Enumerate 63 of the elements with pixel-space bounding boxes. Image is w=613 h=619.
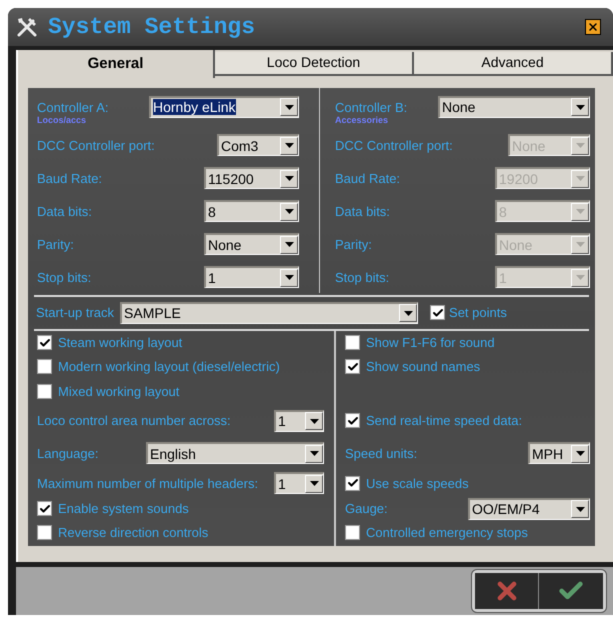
tab[interactable]: Advanced (414, 52, 613, 76)
option-label: Controlled emergency stops (366, 524, 528, 542)
ok-button[interactable] (539, 573, 603, 610)
option-label: Language: (37, 444, 98, 463)
dropdown-field[interactable]: Hornby eLink (149, 96, 299, 118)
checkbox[interactable] (37, 501, 52, 516)
checkbox[interactable] (37, 384, 52, 400)
option-label: Speed units: (345, 444, 418, 463)
option-label: Set points (449, 304, 507, 322)
option-label: Show F1-F6 for sound (366, 334, 495, 352)
field-label: Parity: (37, 236, 74, 254)
dropdown-field[interactable]: None (438, 96, 590, 118)
close-button[interactable] (585, 19, 601, 36)
window-title: System Settings (48, 12, 256, 42)
checkbox[interactable] (37, 335, 52, 350)
option-label: Enable system sounds (58, 500, 189, 518)
tab[interactable]: Loco Detection (215, 52, 414, 76)
dropdown-field[interactable]: 1 (204, 266, 299, 288)
controller-label: Controller A: (37, 100, 109, 116)
dropdown-field[interactable]: None (204, 233, 299, 256)
controller-sublabel: Accessories (335, 116, 390, 125)
dropdown-field[interactable]: 1 (274, 410, 324, 432)
startup-track-label: Start-up track (36, 304, 114, 322)
field-label: Parity: (335, 236, 372, 254)
crossed-tools-icon (16, 16, 38, 38)
cancel-button[interactable] (475, 573, 539, 610)
checkbox[interactable] (430, 305, 446, 320)
dropdown-field[interactable]: 8 (204, 200, 299, 222)
checkbox[interactable] (345, 413, 360, 428)
option-label: Steam working layout (58, 334, 182, 352)
checkbox[interactable] (37, 525, 52, 540)
dropdown-field[interactable]: OO/EM/P4 (468, 498, 590, 520)
option-label: Loco control area number across: (37, 412, 231, 430)
controller-sublabel: Locos/accs (37, 116, 88, 125)
option-label: Modern working layout (diesel/electric) (58, 358, 280, 376)
field-label: DCC Controller port: (335, 136, 453, 155)
option-label: Gauge: (345, 500, 388, 518)
dropdown-field[interactable]: Com3 (217, 134, 299, 156)
dropdown-field[interactable]: 1 (274, 472, 324, 494)
dropdown-field[interactable]: 115200 (204, 167, 299, 190)
option-label: Show sound names (366, 358, 480, 376)
checkbox[interactable] (345, 525, 360, 540)
dropdown-field[interactable]: English (146, 442, 324, 464)
option-label: Reverse direction controls (58, 524, 208, 542)
checkbox[interactable] (37, 359, 52, 374)
checkbox[interactable] (345, 476, 360, 491)
field-label: DCC Controller port: (37, 136, 155, 155)
option-label: Maximum number of multiple headers: (37, 474, 258, 493)
field-label: Baud Rate: (335, 170, 400, 188)
field-label: Baud Rate: (37, 170, 102, 188)
option-label: Mixed working layout (58, 383, 180, 402)
close-icon (587, 21, 599, 34)
option-label: Send real-time speed data: (366, 412, 522, 430)
controller-label: Controller B: (335, 100, 408, 116)
checkbox[interactable] (345, 359, 360, 374)
dropdown-field[interactable]: SAMPLE (120, 302, 418, 324)
option-label: Use scale speeds (366, 474, 469, 493)
field-label: Stop bits: (335, 268, 390, 287)
dropdown-field[interactable]: MPH (528, 442, 590, 464)
field-label: Data bits: (37, 202, 92, 221)
field-label: Data bits: (335, 202, 390, 221)
checkbox[interactable] (345, 335, 360, 350)
field-label: Stop bits: (37, 268, 92, 287)
